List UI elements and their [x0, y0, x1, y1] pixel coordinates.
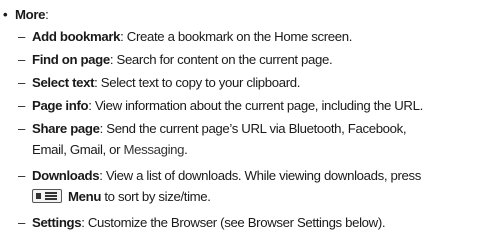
- dash-marker: –: [18, 29, 25, 44]
- item-term: Add bookmark: [32, 29, 121, 44]
- item-term: Page info: [32, 98, 89, 113]
- item-description: Select text to copy to your clipboard.: [97, 75, 301, 90]
- item-description: Send the current page’s URL via Bluetoot…: [102, 121, 407, 136]
- list-item-share-page: – Share page: Send the current page’s URL…: [18, 119, 484, 160]
- dash-marker: –: [18, 75, 25, 90]
- list-item-select-text: – Select text: Select text to copy to you…: [18, 73, 484, 94]
- item-description-end: .: [184, 141, 188, 157]
- more-heading: More: [15, 7, 46, 22]
- list-item-find-on-page: – Find on page: Search for content on the…: [18, 50, 484, 71]
- item-term: Settings: [32, 215, 82, 230]
- dash-marker: –: [18, 215, 25, 230]
- more-heading-colon: :: [45, 7, 49, 22]
- item-description: Customize the Browser (see Browser Setti…: [84, 215, 386, 230]
- item-description: View a list of downloads. While viewing …: [102, 168, 422, 183]
- share-page-line-1: – Share page: Send the current page’s URL…: [18, 119, 484, 140]
- item-description-cont: Email, Gmail, or: [32, 141, 124, 157]
- list-item-add-bookmark: – Add bookmark: Create a bookmark on the …: [18, 27, 484, 48]
- item-term: Share page: [32, 121, 100, 136]
- item-description: Create a bookmark on the Home screen.: [123, 29, 353, 44]
- dash-marker: –: [18, 121, 25, 136]
- list-item-settings: – Settings: Customize the Browser (see Br…: [18, 213, 484, 234]
- downloads-line-2: Menu to sort by size/time.: [18, 187, 484, 208]
- item-term: Find on page: [32, 52, 110, 67]
- item-description-cont: to sort by size/time.: [101, 188, 211, 204]
- item-description: View information about the current page,…: [91, 98, 423, 113]
- bullet-marker: •: [3, 7, 8, 22]
- dash-marker: –: [18, 52, 25, 67]
- item-description: Search for content on the current page.: [113, 52, 333, 67]
- dash-marker: –: [18, 98, 25, 113]
- share-page-line-2: Email, Gmail, or Messaging.: [18, 140, 484, 161]
- list-item-downloads: – Downloads: View a list of downloads. Wh…: [18, 166, 484, 207]
- list-item-page-info: – Page info: View information about the c…: [18, 96, 484, 117]
- downloads-line-1: – Downloads: View a list of downloads. Wh…: [18, 166, 484, 187]
- item-term: Downloads: [32, 168, 100, 183]
- item-term: Select text: [32, 75, 95, 90]
- messaging-label: Messaging: [123, 141, 185, 157]
- more-heading-line: • More:: [3, 5, 49, 25]
- menu-key-label: Menu: [68, 188, 102, 204]
- dash-marker: –: [18, 168, 25, 183]
- menu-key-icon: [32, 189, 62, 204]
